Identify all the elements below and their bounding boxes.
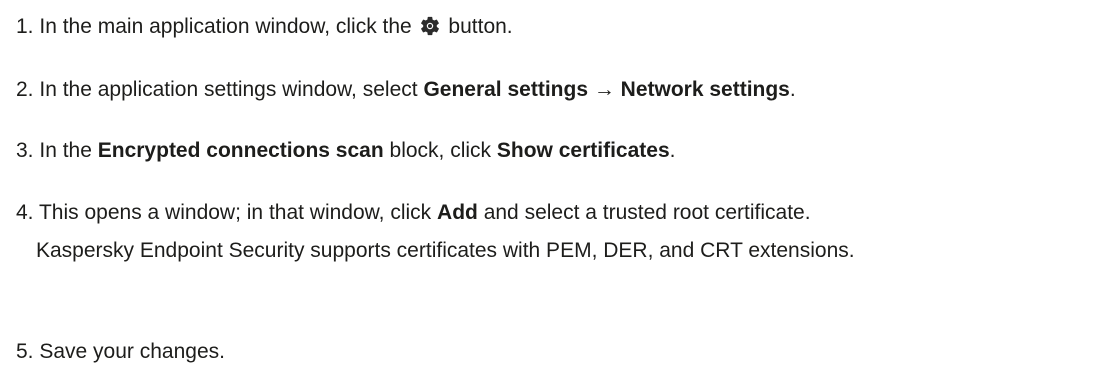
step-text: In the application settings window, sele…: [39, 78, 418, 101]
step-text: block, click: [389, 139, 492, 162]
step-4-note: Kaspersky Endpoint Security supports cer…: [36, 239, 855, 262]
step-number: 5.: [16, 340, 34, 363]
button-name: Add: [437, 201, 478, 224]
step-2: 2. In the application settings window, s…: [16, 75, 796, 105]
ui-path: General settings → Network settings: [423, 78, 790, 101]
block-name: Encrypted connections scan: [97, 139, 384, 162]
step-4: 4. This opens a window; in that window, …: [16, 198, 811, 228]
step-text: and select a trusted root certificate.: [483, 201, 811, 224]
step-number: 2.: [16, 78, 34, 101]
step-text: Save your changes.: [39, 340, 225, 363]
step-text: button.: [448, 15, 513, 38]
step-number: 3.: [16, 139, 34, 162]
step-number: 1.: [16, 15, 34, 38]
step-text: .: [669, 139, 676, 162]
step-text: This opens a window; in that window, cli…: [38, 201, 432, 224]
step-text: In the: [39, 139, 92, 162]
step-1: 1. In the main application window, click…: [16, 12, 513, 42]
step-3: 3. In the Encrypted connections scan blo…: [16, 136, 675, 166]
step-number: 4.: [16, 201, 34, 224]
step-5: 5. Save your changes.: [16, 337, 225, 367]
step-text: In the main application window, click th…: [39, 15, 412, 38]
gear-icon: [420, 16, 439, 36]
step-text: .: [789, 78, 796, 101]
instruction-steps: 1. In the main application window, click…: [0, 0, 1102, 389]
button-name: Show certificates: [496, 139, 670, 162]
